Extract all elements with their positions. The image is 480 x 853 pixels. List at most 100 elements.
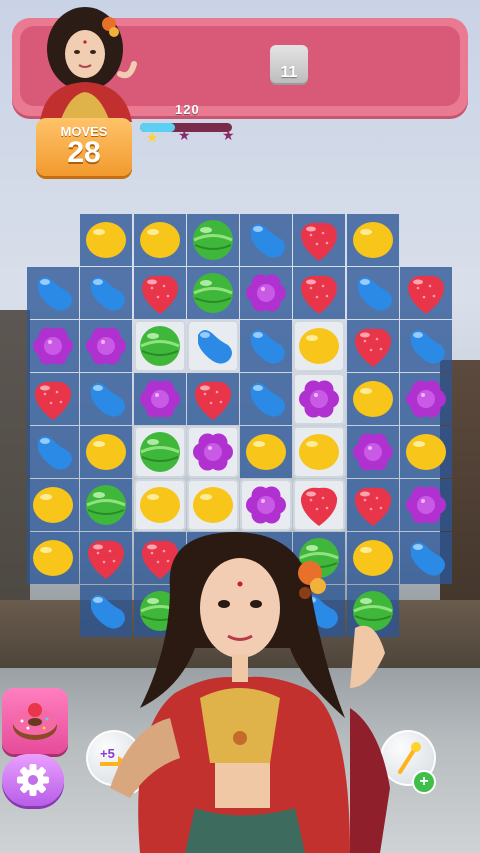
purple-flower-candy <box>405 380 446 418</box>
yellow-lemon-candy <box>405 434 446 470</box>
red-strawberry-candy <box>194 381 231 420</box>
board-cell[interactable] <box>293 320 346 372</box>
blue-bean-candy <box>251 383 285 417</box>
red-strawberry-candy <box>301 487 338 526</box>
board-cell[interactable] <box>80 426 133 478</box>
board-cell[interactable] <box>133 479 186 531</box>
board-cell[interactable] <box>346 320 399 372</box>
board-cell[interactable] <box>27 532 79 584</box>
purple-flower-candy <box>192 433 233 471</box>
purple-flower-candy <box>299 380 340 418</box>
board-cell[interactable] <box>27 373 79 425</box>
board-cell[interactable] <box>346 214 399 266</box>
yellow-lemon-candy <box>299 434 340 470</box>
blue-bean-candy <box>357 277 392 311</box>
board-cell[interactable] <box>27 479 79 531</box>
yellow-lemon-candy <box>86 222 127 258</box>
board-cell[interactable] <box>133 426 186 478</box>
board-cell[interactable] <box>399 320 452 372</box>
star-icon: ★ <box>222 127 235 143</box>
score-value: 120 <box>175 102 200 117</box>
board-cell[interactable] <box>346 373 399 425</box>
board-cell[interactable] <box>399 479 452 531</box>
board-cell[interactable] <box>240 479 292 531</box>
yellow-lemon-candy <box>352 222 393 258</box>
red-strawberry-candy <box>407 275 444 314</box>
avatar-portrait <box>40 7 137 122</box>
board-cell[interactable] <box>346 479 399 531</box>
yellow-lemon-candy <box>246 434 286 470</box>
green-ball-candy <box>192 273 233 313</box>
blue-bean-candy <box>91 383 126 417</box>
star-icon: ★ <box>178 127 191 143</box>
blue-bean-candy <box>251 224 285 258</box>
woman-character <box>110 532 390 853</box>
board-cell[interactable] <box>186 426 239 478</box>
board-cell[interactable] <box>27 267 79 319</box>
star-icon: ★ <box>146 129 159 145</box>
red-strawberry-candy <box>301 275 338 314</box>
red-strawberry-candy <box>34 381 72 420</box>
yellow-lemon-candy <box>33 540 73 576</box>
board-cell[interactable] <box>80 214 133 266</box>
board-cell[interactable] <box>293 267 346 319</box>
board-cell[interactable] <box>80 479 133 531</box>
board-cell[interactable] <box>240 214 292 266</box>
board-cell[interactable] <box>346 426 399 478</box>
purple-flower-candy <box>246 274 286 312</box>
board-cell[interactable] <box>186 267 239 319</box>
red-strawberry-candy <box>301 222 338 261</box>
donut-booster-button[interactable] <box>2 688 68 754</box>
board-cell[interactable] <box>293 373 346 425</box>
green-ball-candy <box>139 432 180 472</box>
blue-bean-candy <box>38 277 72 311</box>
green-ball-candy <box>192 220 233 260</box>
blue-bean-candy <box>197 330 232 364</box>
red-strawberry-candy <box>354 487 391 526</box>
board-cell[interactable] <box>133 373 186 425</box>
board-cell[interactable] <box>399 373 452 425</box>
red-strawberry-candy <box>354 328 391 367</box>
board-cell[interactable] <box>346 267 399 319</box>
board-cell[interactable] <box>186 320 239 372</box>
green-ball-candy <box>139 326 180 366</box>
board-cell[interactable] <box>186 373 239 425</box>
board-cell[interactable] <box>186 479 239 531</box>
purple-flower-candy <box>139 380 180 418</box>
board-cell[interactable] <box>133 214 186 266</box>
board-cell[interactable] <box>293 479 346 531</box>
board-cell[interactable] <box>399 267 452 319</box>
purple-flower-candy <box>246 486 286 524</box>
board-cell[interactable] <box>240 373 292 425</box>
board-cell[interactable] <box>80 320 133 372</box>
green-ball-candy <box>86 485 127 525</box>
board-cell[interactable] <box>27 320 79 372</box>
board-cell[interactable] <box>240 320 292 372</box>
board-cell[interactable] <box>80 373 133 425</box>
yellow-lemon-candy <box>86 434 127 470</box>
yellow-lemon-candy <box>352 381 393 417</box>
board-cell[interactable] <box>80 267 133 319</box>
board-cell[interactable] <box>240 426 292 478</box>
yellow-lemon-candy <box>139 487 180 523</box>
purple-flower-candy <box>86 327 127 365</box>
yellow-lemon-candy <box>139 222 180 258</box>
settings-button[interactable] <box>2 754 64 806</box>
goal-count: 11 <box>280 64 298 81</box>
board-cell[interactable] <box>186 214 239 266</box>
board-cell[interactable] <box>240 267 292 319</box>
board-cell[interactable] <box>133 320 186 372</box>
moves-counter: MOVES 28 <box>36 118 132 176</box>
gear-icon <box>17 764 49 796</box>
purple-flower-candy <box>352 433 393 471</box>
yellow-lemon-candy <box>192 487 233 523</box>
board-cell[interactable] <box>293 426 346 478</box>
blue-bean-candy <box>410 330 445 364</box>
board-cell[interactable] <box>27 426 79 478</box>
blue-bean-candy <box>91 277 126 311</box>
board-cell[interactable] <box>133 267 186 319</box>
purple-flower-candy <box>405 486 446 524</box>
board-cell[interactable] <box>399 426 452 478</box>
board-cell[interactable] <box>293 214 346 266</box>
yellow-lemon-candy <box>299 328 340 364</box>
